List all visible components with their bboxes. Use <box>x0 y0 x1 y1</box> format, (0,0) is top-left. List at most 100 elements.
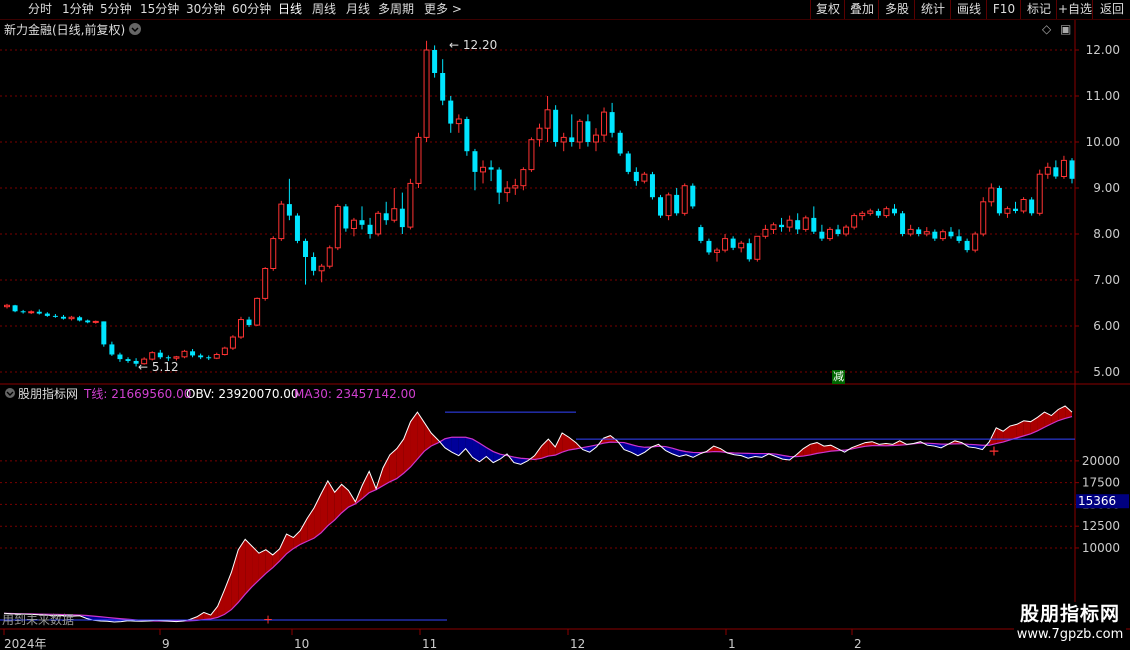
candle-body <box>746 243 752 260</box>
indicator-settings-icon[interactable] <box>4 387 16 402</box>
candle-body <box>658 197 664 216</box>
candle-body <box>754 235 761 260</box>
toolbar-button-0[interactable]: 复权 <box>810 0 845 19</box>
period-tab-1[interactable]: 1分钟 <box>62 1 94 18</box>
candle-body <box>633 171 639 182</box>
candle-body <box>948 231 954 237</box>
candle-body <box>1029 199 1035 214</box>
candle-body <box>826 228 833 240</box>
obv-ma-fill <box>458 437 466 456</box>
obv-line <box>3 405 1073 623</box>
candle-body <box>592 134 599 143</box>
candle-body <box>472 151 478 172</box>
candle-body <box>980 201 987 235</box>
candle-body <box>375 212 382 235</box>
obv-ma-fill <box>996 427 1004 444</box>
toolbar-button-5[interactable]: F10 <box>986 0 1021 19</box>
candle-body <box>956 236 962 241</box>
toolbar-button-6[interactable]: 标记 <box>1020 0 1057 19</box>
candle-body <box>52 315 58 317</box>
candle-body <box>770 224 777 230</box>
panel-toggle-icon[interactable]: ▣ <box>1060 22 1071 36</box>
period-tab-3[interactable]: 15分钟 <box>140 1 179 18</box>
candle-body <box>12 305 18 312</box>
ind-tick-label: 20000 <box>1082 454 1120 468</box>
obv-ma-fill <box>465 437 473 458</box>
candle-body <box>117 354 123 360</box>
obv-ma-fill <box>548 439 556 457</box>
candle-body <box>44 313 50 316</box>
toolbar-button-3[interactable]: 统计 <box>914 0 951 19</box>
candle-body <box>294 215 300 241</box>
diamond-icon[interactable]: ◇ <box>1042 22 1051 36</box>
candle-body <box>311 257 317 271</box>
period-tab-8[interactable]: 月线 <box>346 1 370 18</box>
toolbar-button-2[interactable]: 多股 <box>878 0 915 19</box>
candle-body <box>28 311 35 314</box>
candle-body <box>617 132 623 154</box>
candle-body <box>585 121 591 142</box>
price-tick-label: 10.00 <box>1086 135 1120 149</box>
period-tab-9[interactable]: 多周期 <box>378 1 414 18</box>
obv-ma-fill <box>382 454 390 486</box>
period-tab-7[interactable]: 周线 <box>312 1 336 18</box>
candle-body <box>625 153 631 172</box>
candle-body <box>665 194 672 217</box>
ind-tick-label: 12500 <box>1082 519 1120 533</box>
candle-body <box>560 136 567 143</box>
candle-body <box>237 319 244 338</box>
candle-body <box>544 109 551 129</box>
current-value-text: 15366 <box>1078 494 1116 508</box>
candle-body <box>674 194 680 214</box>
price-tick-label: 9.00 <box>1093 181 1120 195</box>
candle-body <box>399 208 405 228</box>
toolbar-button-7[interactable]: +自选 <box>1056 0 1093 19</box>
candle-body <box>851 215 858 228</box>
date-label: 2 <box>854 637 862 650</box>
candle-body <box>536 127 543 141</box>
stock-chart[interactable]: 12.00 11.00 10.00 9.00 8.00 7.00 6.00 5.00 20000… <box>0 20 1130 650</box>
candle-body <box>520 169 527 187</box>
date-label: 11 <box>422 637 437 650</box>
period-tab-10[interactable]: 更多 > <box>424 1 462 18</box>
candle-body <box>407 182 414 228</box>
candle-body <box>867 210 874 214</box>
title-dropdown-icon[interactable] <box>128 22 142 39</box>
t-line-value: T线: 21669560.00 <box>84 387 192 401</box>
candle-body <box>213 354 220 359</box>
candle-body <box>900 213 906 234</box>
toolbar-button-4[interactable]: 画线 <box>950 0 987 19</box>
candle-body <box>440 73 446 101</box>
candle-body <box>1044 166 1051 175</box>
candle-body <box>109 344 115 355</box>
obv-ma-fill <box>396 439 404 479</box>
toolbar-button-1[interactable]: 叠加 <box>844 0 879 19</box>
candle-body <box>883 208 890 217</box>
candle-body <box>350 219 357 229</box>
candle-body <box>504 187 511 194</box>
period-tab-4[interactable]: 30分钟 <box>186 1 225 18</box>
toolbar-button-8[interactable]: 返回 <box>1092 0 1130 19</box>
period-tab-2[interactable]: 5分钟 <box>100 1 132 18</box>
candle-body <box>819 231 825 239</box>
candle-body <box>496 169 502 193</box>
ma30-line <box>3 415 1073 622</box>
candle-body <box>698 227 704 241</box>
candle-body <box>286 204 292 216</box>
candle-body <box>359 220 365 225</box>
period-tab-0[interactable]: 分时 <box>28 1 52 18</box>
candle-body <box>690 185 696 207</box>
candle-body <box>278 203 285 240</box>
candle-body <box>601 111 608 136</box>
candle-body <box>811 217 817 232</box>
period-tab-6[interactable]: 日线 <box>278 1 302 18</box>
candle-body <box>802 217 809 230</box>
obv-ma-fill <box>245 539 253 595</box>
candle-body <box>415 136 422 184</box>
candle-body <box>722 238 729 251</box>
candle-body <box>1036 173 1043 214</box>
candle-body <box>738 242 745 249</box>
low-price-label: ← 5.12 <box>138 360 179 374</box>
period-tab-5[interactable]: 60分钟 <box>232 1 271 18</box>
date-label: 9 <box>162 637 170 650</box>
